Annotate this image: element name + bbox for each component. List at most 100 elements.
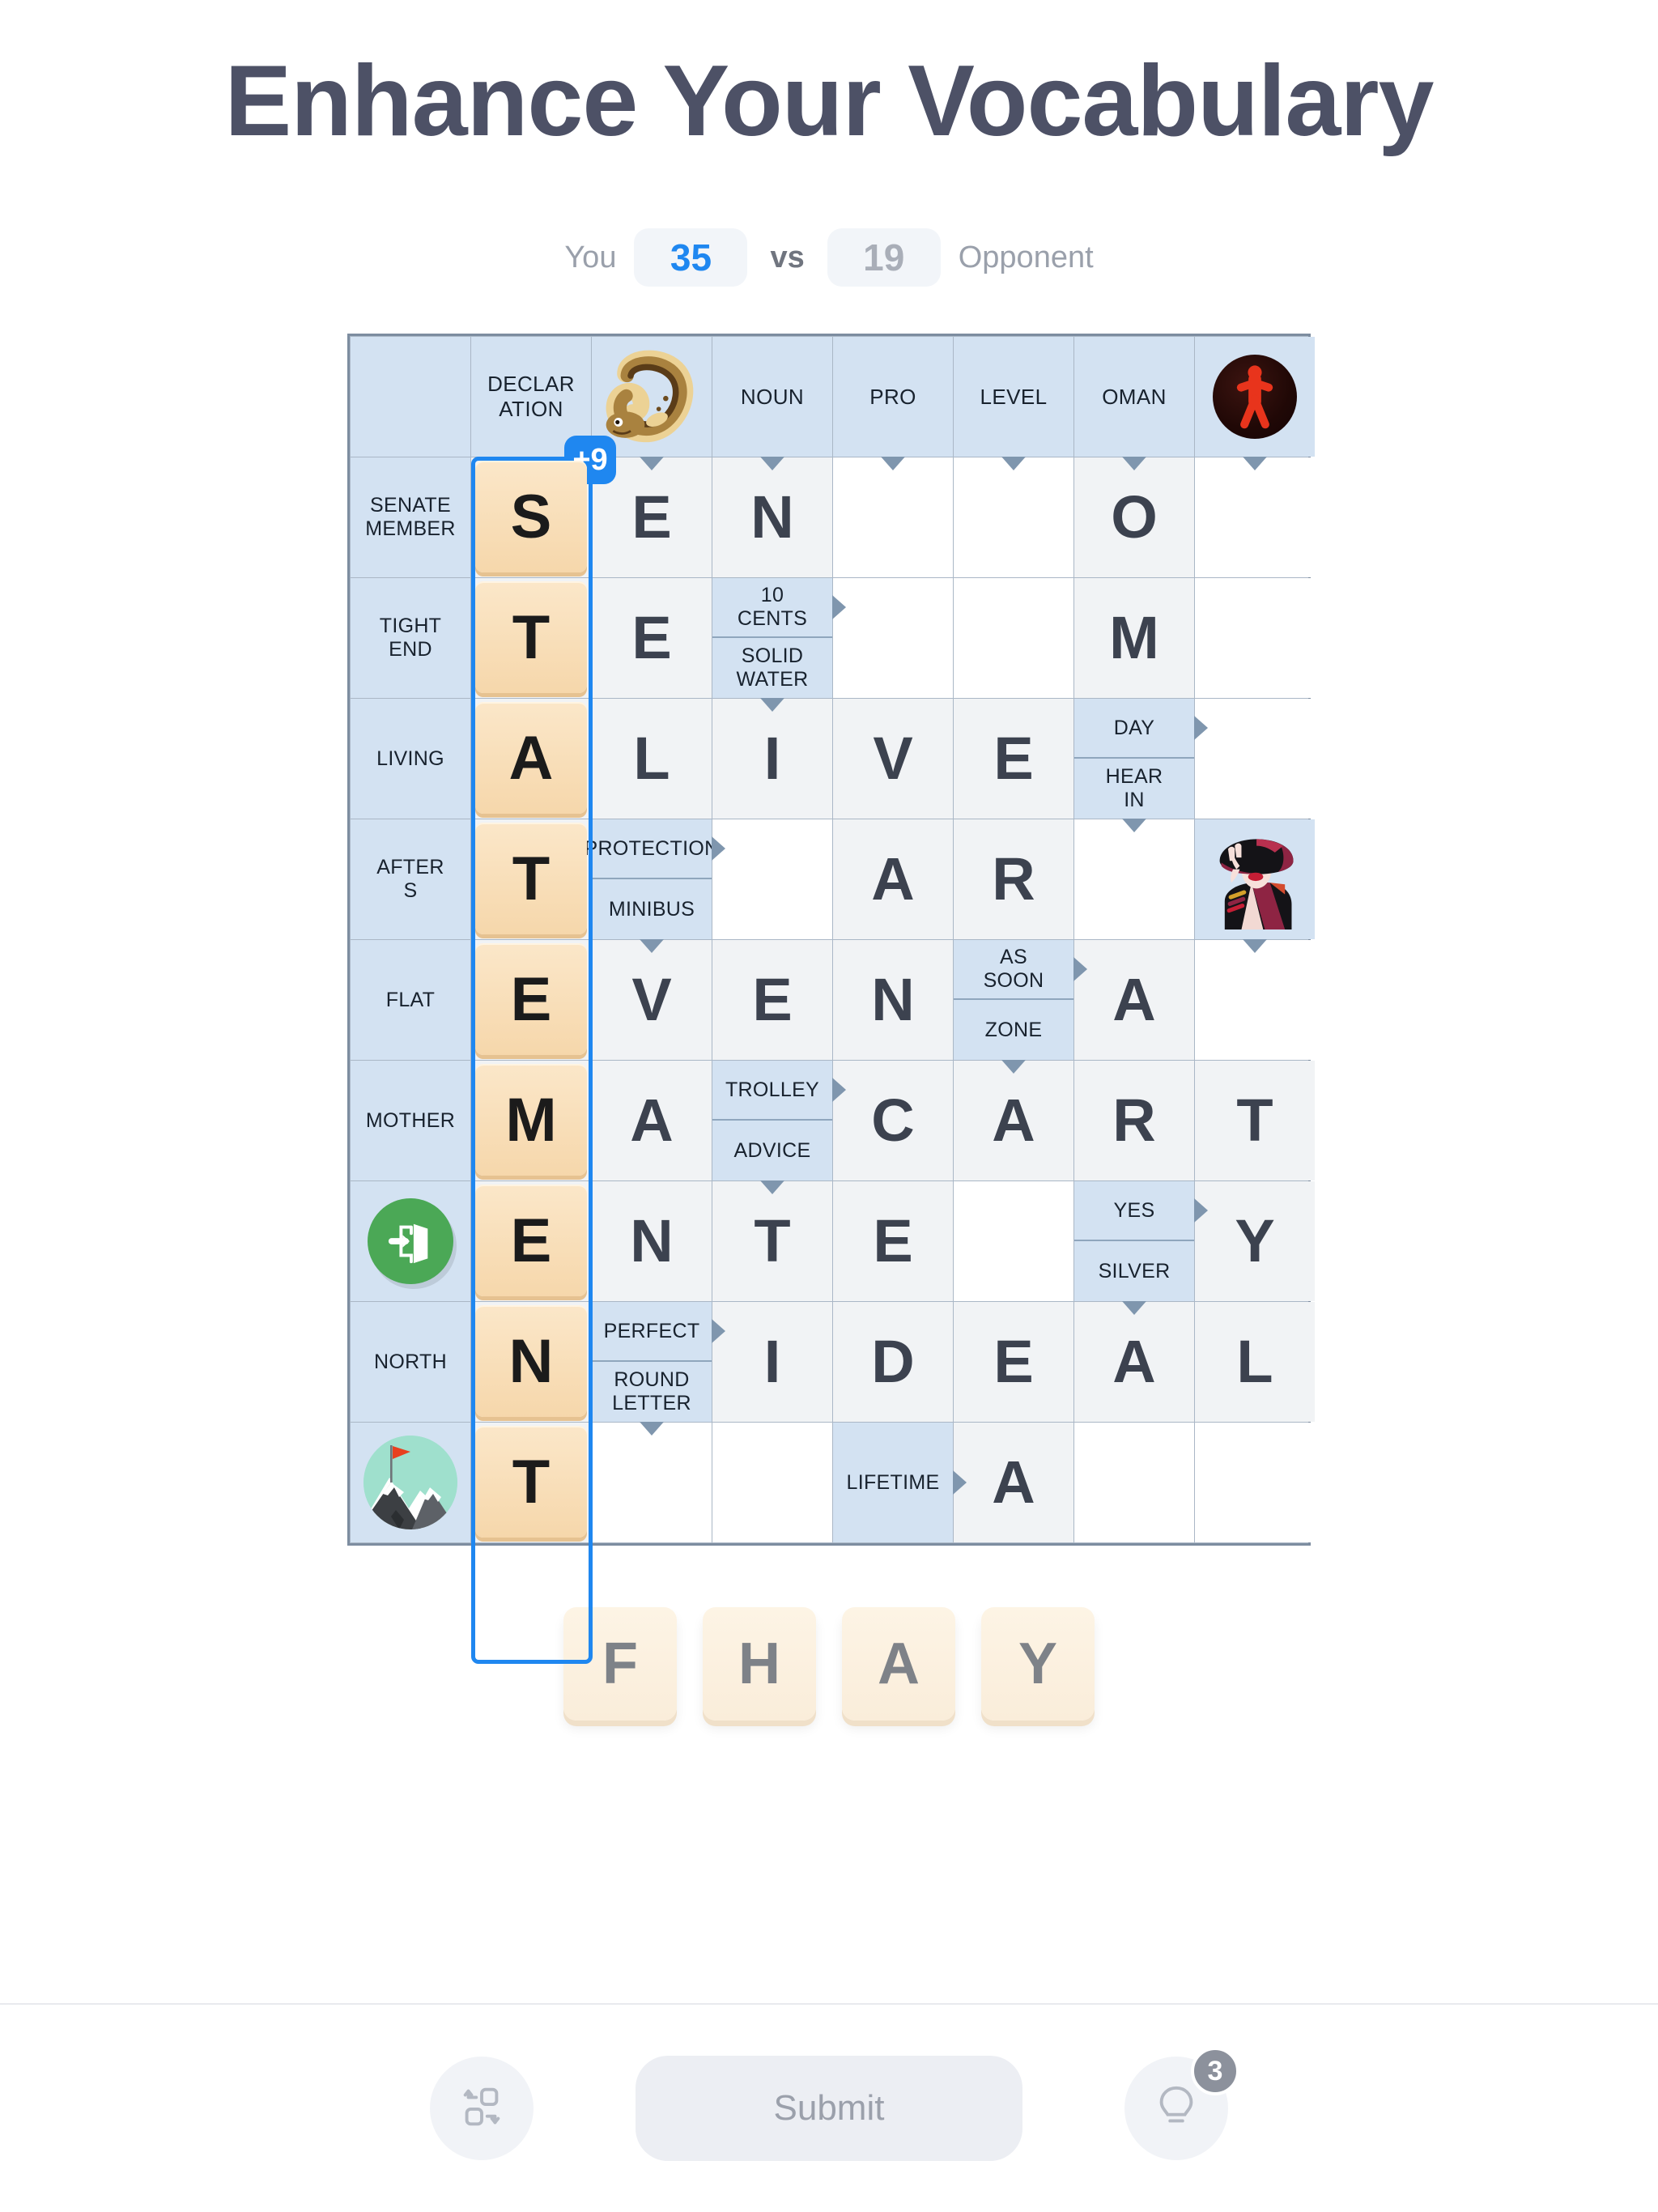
selected-tile[interactable]: M — [475, 1064, 587, 1176]
letter-cell[interactable]: M — [1074, 578, 1194, 699]
enter-door-icon — [368, 1198, 453, 1285]
selected-tile[interactable]: T — [475, 823, 587, 935]
letter-glyph: A — [1112, 1328, 1156, 1396]
letter-cell[interactable]: A — [1074, 940, 1194, 1061]
empty-cell[interactable] — [1195, 578, 1315, 699]
letter-cell[interactable]: R — [1074, 1061, 1194, 1181]
letter-cell[interactable]: A — [1074, 1302, 1194, 1423]
letter-cell[interactable]: V — [833, 699, 953, 819]
shuffle-button[interactable] — [430, 2057, 534, 2160]
letter-cell[interactable]: T — [1195, 1061, 1315, 1181]
inline-clue-text: LIFETIME — [846, 1470, 940, 1494]
down-arrow-icon — [760, 457, 784, 471]
down-arrow-icon — [1122, 457, 1146, 471]
letter-cell[interactable]: E — [954, 699, 1073, 819]
row-clue-icon-cell-6 — [351, 1181, 470, 1302]
crossword-grid-wrap: DECLAR ATION NOUN PRO LEVEL OMAN SENATE … — [0, 334, 1658, 1665]
submit-button[interactable]: Submit — [636, 2056, 1022, 2161]
letter-cell[interactable]: I — [712, 1302, 832, 1423]
letter-cell[interactable]: Y — [1195, 1181, 1315, 1302]
letter-cell[interactable]: L — [1195, 1302, 1315, 1423]
letter-cell[interactable]: A — [833, 819, 953, 940]
woman-with-hat-icon — [1203, 829, 1307, 930]
letter-cell[interactable]: N — [833, 940, 953, 1061]
letter-glyph: R — [1112, 1087, 1156, 1155]
selected-tile-letter: A — [508, 723, 554, 793]
selected-tile[interactable]: S — [475, 461, 587, 573]
letter-glyph: V — [873, 725, 913, 793]
selected-tile[interactable]: T — [475, 1426, 587, 1538]
letter-glyph: T — [754, 1207, 791, 1275]
split-clue-bottom: SOLID WATER — [712, 638, 832, 713]
empty-cell[interactable] — [833, 578, 953, 699]
empty-cell[interactable] — [592, 1423, 712, 1543]
split-clue-bottom: ROUND LETTER — [592, 1362, 712, 1436]
selected-tile-letter: E — [510, 1206, 552, 1275]
hint-button[interactable]: 3 — [1124, 2047, 1239, 2160]
crossword-grid[interactable]: DECLAR ATION NOUN PRO LEVEL OMAN SENATE … — [347, 334, 1315, 1665]
empty-cell[interactable] — [1195, 940, 1315, 1061]
empty-cell[interactable] — [1074, 819, 1194, 940]
letter-cell[interactable]: E — [833, 1181, 953, 1302]
letter-cell[interactable]: O — [1074, 457, 1194, 578]
letter-glyph: E — [873, 1207, 913, 1275]
letter-cell[interactable]: C — [833, 1061, 953, 1181]
empty-cell[interactable] — [1195, 699, 1315, 819]
selected-tile[interactable]: E — [475, 1185, 587, 1297]
lightbulb-hint-icon — [1151, 2082, 1201, 2136]
selected-tile-letter: S — [510, 482, 552, 551]
rack-tile[interactable]: Y — [981, 1607, 1095, 1721]
letter-cell[interactable]: A — [954, 1423, 1073, 1543]
letter-cell[interactable]: N — [712, 457, 832, 578]
rack-tile[interactable]: F — [563, 1607, 677, 1721]
empty-cell[interactable] — [1195, 1423, 1315, 1543]
letter-cell[interactable]: E — [712, 940, 832, 1061]
letter-cell[interactable]: E — [592, 457, 712, 578]
selected-tile[interactable]: E — [475, 943, 587, 1056]
split-clue-cell: PROTECTION MINIBUS — [585, 819, 725, 954]
across-arrow-icon — [1073, 957, 1087, 982]
column-clue-text: DECLAR ATION — [487, 372, 575, 422]
rack-tile-letter: A — [878, 1631, 920, 1697]
empty-cell[interactable] — [954, 457, 1073, 578]
selected-tile[interactable]: N — [475, 1305, 587, 1418]
empty-cell[interactable] — [954, 578, 1073, 699]
split-clue-top: PERFECT — [592, 1302, 725, 1363]
column-clue-cell-3: NOUN — [712, 337, 832, 471]
across-arrow-icon — [1194, 716, 1208, 741]
letter-cell[interactable]: D — [833, 1302, 953, 1423]
empty-cell[interactable] — [1195, 457, 1315, 578]
letter-cell[interactable]: A — [954, 1061, 1073, 1181]
letter-cell[interactable]: R — [954, 819, 1073, 940]
row-clue-cell-0: SENATE MEMBER — [351, 457, 470, 578]
grid-corner-cell — [351, 337, 470, 457]
rack-tile-letter: F — [602, 1631, 638, 1697]
split-clue-bottom: ZONE — [954, 1000, 1073, 1074]
letter-tile-rack[interactable]: FHAY — [0, 1607, 1658, 1721]
selected-tile[interactable]: T — [475, 581, 587, 694]
split-clue-cell: 10 CENTS SOLID WATER — [712, 578, 846, 713]
empty-cell[interactable] — [1074, 1423, 1194, 1543]
letter-cell[interactable]: T — [712, 1181, 832, 1302]
letter-cell[interactable]: V — [592, 940, 712, 1061]
letter-cell[interactable]: E — [592, 578, 712, 699]
letter-cell[interactable]: L — [592, 699, 712, 819]
rack-tile[interactable]: H — [703, 1607, 816, 1721]
word-game-screen: Enhance Your Vocabulary You 35 vs 19 Opp… — [0, 0, 1658, 2212]
empty-cell[interactable] — [833, 457, 953, 578]
selected-tile[interactable]: A — [475, 702, 587, 815]
split-clue-cell: DAY HEAR IN — [1074, 699, 1208, 833]
letter-cell[interactable]: A — [592, 1061, 712, 1181]
letter-cell[interactable]: I — [712, 699, 832, 819]
down-arrow-icon — [640, 939, 664, 954]
letter-cell[interactable]: N — [592, 1181, 712, 1302]
split-clue-top: AS SOON — [954, 940, 1087, 1001]
rack-tile[interactable]: A — [842, 1607, 955, 1721]
empty-cell[interactable] — [712, 1423, 832, 1543]
down-arrow-icon — [1001, 457, 1026, 471]
column-clue-cell-1: DECLAR ATION — [471, 337, 591, 471]
letter-cell[interactable]: E — [954, 1302, 1073, 1423]
empty-cell[interactable] — [712, 819, 832, 940]
across-arrow-icon — [832, 1078, 846, 1103]
empty-cell[interactable] — [954, 1181, 1073, 1302]
